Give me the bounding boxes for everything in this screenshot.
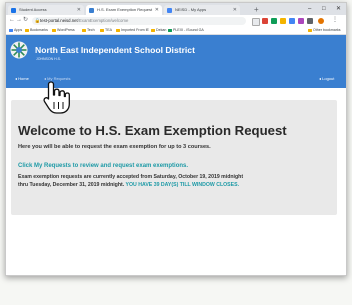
url-domain: test-portal.neisd.net (40, 17, 78, 23)
district-name: North East Independent School District (35, 45, 195, 55)
bookmark-tea[interactable]: TEA (100, 26, 112, 34)
address-bar-row: ← → ↻ 🔒 test-portal.neisd.net/ExamExempt… (6, 15, 346, 26)
tab-strip: Student Access ✕ H.S. Exam Exemption Req… (6, 3, 346, 15)
star-icon[interactable] (252, 17, 260, 26)
tab-my-apps[interactable]: NEISD - My Apps ✕ (164, 5, 240, 15)
bookmark-tech[interactable]: Tech (82, 26, 95, 34)
bookmark-icon (168, 28, 172, 32)
forward-arrow-icon[interactable]: → (16, 15, 22, 26)
reload-icon[interactable]: ↻ (23, 15, 28, 26)
page-subtitle: Here you will be able to request the exa… (18, 144, 211, 150)
nav-logout-link[interactable]: ◂ Logout (319, 74, 334, 83)
close-window-icon[interactable]: ✕ (336, 3, 341, 15)
nav-home-link[interactable]: ◂ Home (15, 74, 29, 83)
tab-favicon-icon (11, 7, 16, 13)
folder-icon (52, 28, 56, 32)
url-path: /ExamExemption/welcome (77, 17, 129, 23)
notice-line-2: thru Tuesday, December 31, 2019 midnight… (18, 181, 240, 188)
days-remaining-text: YOU HAVE 39 DAY(S) TILL WINDOW CLOSES. (125, 181, 240, 188)
folder-icon (82, 28, 86, 32)
page-title: Welcome to H.S. Exam Exemption Request (18, 123, 287, 138)
window-notice: Exam exemption requests are currently ac… (18, 174, 338, 189)
welcome-panel (11, 100, 337, 215)
tab-exam-exemption[interactable]: H.S. Exam Exemption Request ✕ (86, 5, 162, 15)
my-requests-cta-link[interactable]: Click My Requests to review and request … (18, 163, 188, 169)
bookmarks-bar: Apps Bookmarks WordPress Tech TEA Import… (6, 26, 346, 35)
tab-title: NEISD - My Apps (175, 7, 207, 12)
district-logo-icon (10, 41, 28, 59)
extension-icon[interactable] (298, 17, 304, 24)
bookmark-apps[interactable]: Apps (9, 26, 22, 34)
extension-icon[interactable] (262, 17, 268, 24)
folder-icon (100, 28, 104, 32)
avatar[interactable] (318, 17, 324, 24)
minimize-icon[interactable]: – (308, 3, 311, 15)
tab-close-icon[interactable]: ✕ (155, 5, 159, 15)
extension-icon[interactable] (271, 17, 277, 24)
folder-icon (308, 28, 312, 32)
extension-icon[interactable] (289, 17, 295, 24)
tab-title: Student Access (19, 7, 47, 12)
apps-icon (9, 28, 13, 32)
extension-icon[interactable] (280, 17, 286, 24)
tab-title: H.S. Exam Exemption Request (97, 7, 153, 12)
tab-favicon-icon (167, 7, 172, 13)
extension-icon[interactable] (307, 17, 313, 24)
url-input[interactable]: 🔒 test-portal.neisd.net/ExamExemption/we… (32, 16, 246, 25)
bookmark-other[interactable]: Other bookmarks (308, 26, 341, 34)
folder-icon (25, 28, 29, 32)
folder-icon (116, 28, 120, 32)
bookmark-dekan[interactable]: Dekan (151, 26, 166, 34)
back-arrow-icon[interactable]: ← (9, 15, 15, 26)
bookmark-bookmarks[interactable]: Bookmarks (25, 26, 48, 34)
bookmark-wordpress[interactable]: WordPress (52, 26, 75, 34)
bookmark-plexi[interactable]: PLEXI - iSound GA (168, 26, 204, 34)
tab-close-icon[interactable]: ✕ (77, 5, 81, 15)
bookmark-imported[interactable]: Imported From IE (116, 26, 149, 34)
tab-close-icon[interactable]: ✕ (233, 5, 237, 15)
menu-icon[interactable]: ⋮ (332, 15, 338, 26)
tab-student-access[interactable]: Student Access ✕ (8, 5, 84, 15)
maximize-icon[interactable]: □ (322, 3, 326, 15)
new-tab-button[interactable]: + (254, 4, 259, 15)
tab-favicon-icon (89, 7, 94, 13)
notice-line-1: Exam exemption requests are currently ac… (18, 174, 244, 180)
folder-icon (151, 28, 155, 32)
lock-icon: 🔒 (34, 17, 41, 23)
school-name: JOHNSON H.S. (36, 57, 61, 61)
hand-cursor-icon (43, 81, 70, 114)
